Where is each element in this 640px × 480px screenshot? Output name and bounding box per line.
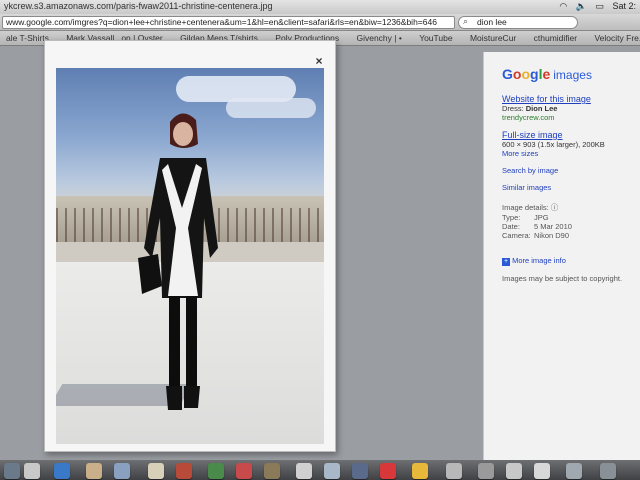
app-icon[interactable] xyxy=(380,463,396,479)
details-heading: Image details: ⓘ xyxy=(502,203,559,212)
volume-icon[interactable]: 🔈 xyxy=(576,1,587,11)
app-icon[interactable] xyxy=(264,463,280,479)
menu-bar-status: ◠ 🔈 ▭ Sat 2: xyxy=(553,1,636,12)
more-sizes-link[interactable]: More sizes xyxy=(502,149,605,158)
clock[interactable]: Sat 2: xyxy=(612,1,636,11)
search-by-image-link[interactable]: Search by image xyxy=(502,166,558,175)
search-field[interactable]: ⌕ dion lee xyxy=(458,16,578,29)
fullsize-block: Full-size image 600 × 903 (1.5x larger),… xyxy=(502,130,605,158)
trash-icon[interactable] xyxy=(600,463,616,479)
window-title: ykcrew.s3.amazonaws.com/paris-fwaw2011-c… xyxy=(4,1,273,11)
address-field[interactable]: www.google.com/imgres?q=dion+lee+christi… xyxy=(2,16,455,29)
preview-image[interactable] xyxy=(56,68,324,444)
app-icon[interactable] xyxy=(506,463,522,479)
app-icon[interactable] xyxy=(566,463,582,479)
copyright-note: Images may be subject to copyright. xyxy=(502,274,623,283)
fullsize-link[interactable]: Full-size image xyxy=(502,130,605,140)
app-icon[interactable] xyxy=(478,463,494,479)
detail-date: Date: 5 Mar 2010 xyxy=(502,222,572,231)
app-icon[interactable] xyxy=(86,463,102,479)
bookmark-item[interactable]: MoistureCur xyxy=(470,33,516,43)
app-icon[interactable] xyxy=(534,463,550,479)
bookmark-item[interactable]: ale T-Shirts xyxy=(6,33,49,43)
image-details: Image details: ⓘ Type: JPG Date: 5 Mar 201… xyxy=(502,202,572,240)
app-icon[interactable] xyxy=(208,463,224,479)
bookmark-item[interactable]: Givenchy | • xyxy=(356,33,401,43)
site-url[interactable]: trendycrew.com xyxy=(502,113,591,122)
similar-images-link[interactable]: Similar images xyxy=(502,183,551,192)
detail-type: Type: JPG xyxy=(502,213,549,222)
bookmark-item[interactable]: Velocity Fre...in Australia xyxy=(594,33,640,43)
google-images-logo[interactable]: Google images xyxy=(502,66,592,82)
dock xyxy=(0,460,640,480)
app-icon[interactable] xyxy=(412,463,428,479)
app-icon[interactable] xyxy=(324,463,340,479)
address-toolbar: www.google.com/imgres?q=dion+lee+christi… xyxy=(0,14,640,31)
app-icon[interactable] xyxy=(148,463,164,479)
app-icon[interactable] xyxy=(446,463,462,479)
menu-bar: ykcrew.s3.amazonaws.com/paris-fwaw2011-c… xyxy=(0,0,640,15)
safari-icon[interactable] xyxy=(54,463,70,479)
help-icon[interactable]: ⓘ xyxy=(551,203,559,212)
image-info-panel: Google images Website for this image Dres… xyxy=(483,52,640,460)
detail-camera: Camera: Nikon D90 xyxy=(502,231,570,240)
close-button[interactable]: × xyxy=(312,54,326,68)
app-icon[interactable] xyxy=(296,463,312,479)
battery-icon[interactable]: ▭ xyxy=(595,1,604,11)
search-icon: ⌕ xyxy=(463,16,469,26)
bookmark-item[interactable]: cthumidifier xyxy=(534,33,577,43)
search-query: dion lee xyxy=(477,17,507,27)
app-icon[interactable] xyxy=(24,463,40,479)
wifi-icon[interactable]: ◠ xyxy=(559,1,567,11)
app-icon[interactable] xyxy=(352,463,368,479)
dress-line: Dress: Dion Lee xyxy=(502,104,558,113)
cloud-shape xyxy=(226,98,316,118)
website-link[interactable]: Website for this image xyxy=(502,94,591,104)
website-block: Website for this image Dress: Dion Lee t… xyxy=(502,94,591,122)
fullsize-info: 600 × 903 (1.5x larger), 200KB xyxy=(502,140,605,149)
person-figure xyxy=(138,113,218,410)
app-icon[interactable] xyxy=(236,463,252,479)
plus-icon: + xyxy=(502,258,510,266)
finder-icon[interactable] xyxy=(4,463,20,479)
app-icon[interactable] xyxy=(114,463,130,479)
app-icon[interactable] xyxy=(176,463,192,479)
more-info-link[interactable]: + More image info xyxy=(502,256,566,266)
bookmark-item[interactable]: YouTube xyxy=(419,33,452,43)
